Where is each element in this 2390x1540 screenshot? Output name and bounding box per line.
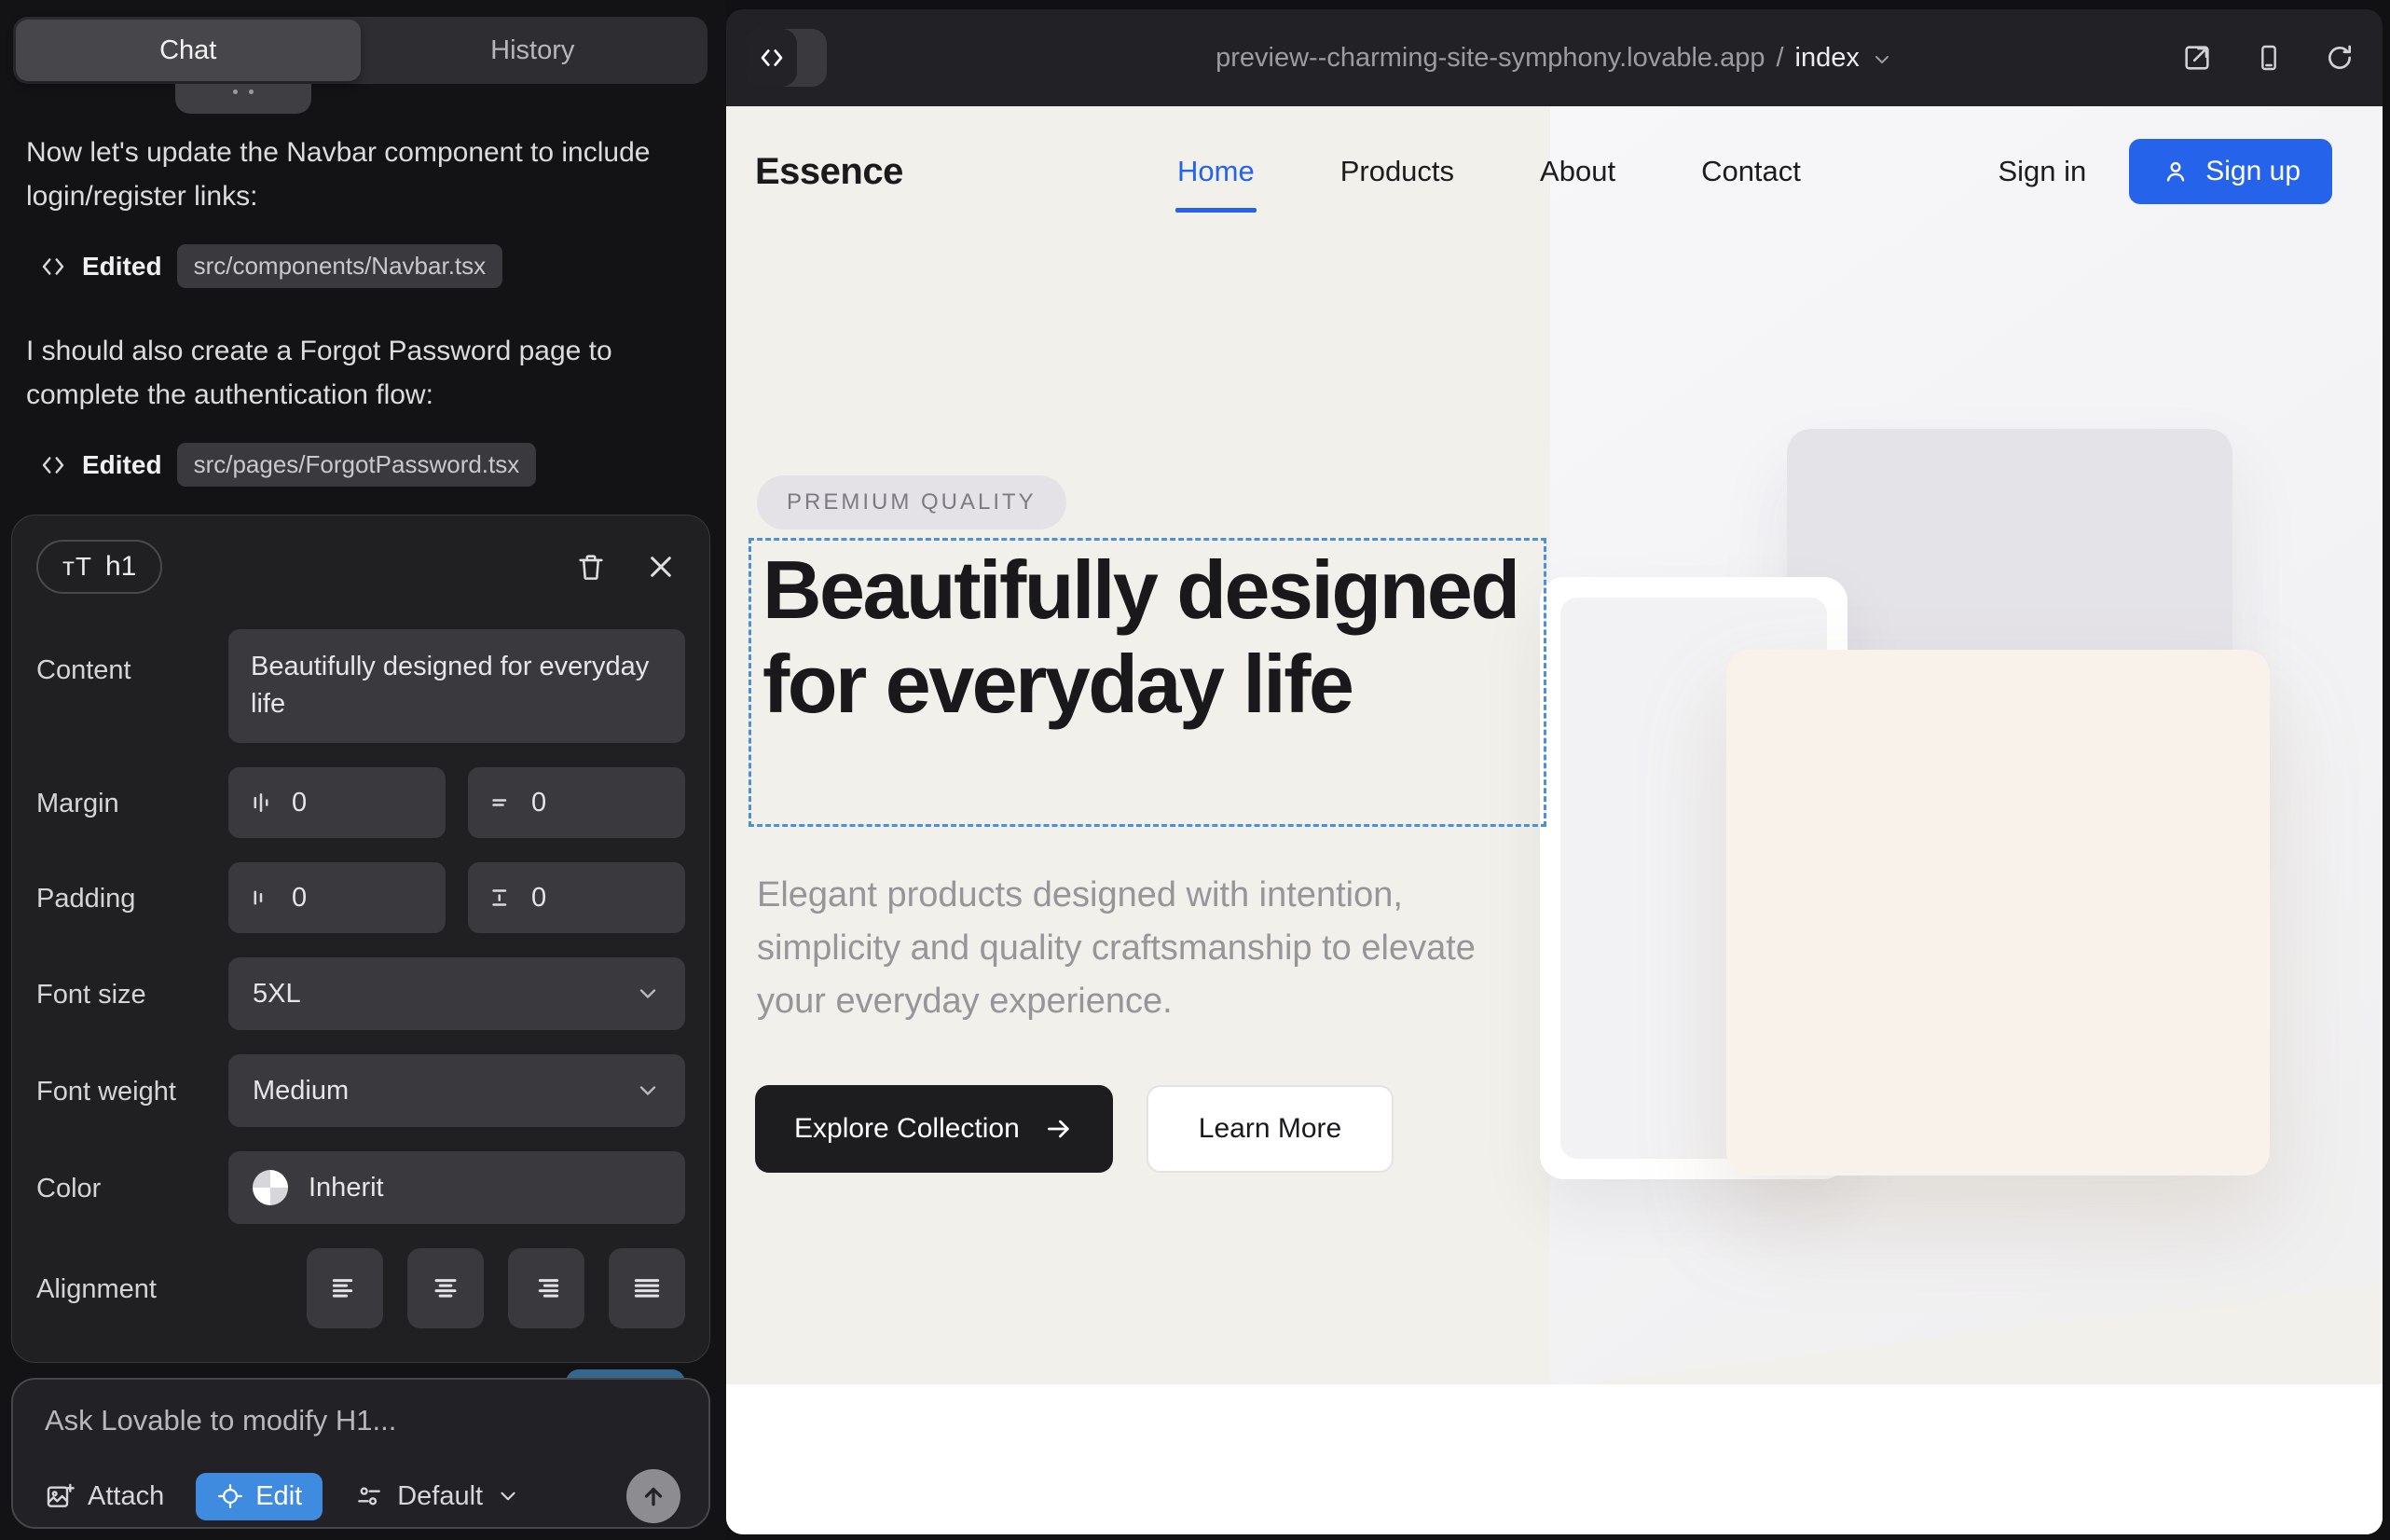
site-canvas: Essence Home Products About Contact Sign…	[726, 106, 2383, 1534]
nav-link-products[interactable]: Products	[1340, 155, 1454, 188]
color-swatch	[253, 1170, 288, 1205]
chevron-down-icon	[635, 981, 661, 1007]
site-logo[interactable]: Essence	[755, 151, 903, 193]
edit-mode-button[interactable]: Edit	[196, 1473, 323, 1520]
mode-selector[interactable]: Default	[354, 1481, 520, 1512]
edited-file-row: Edited src/pages/ForgotPassword.tsx	[39, 443, 701, 487]
sliders-icon	[354, 1481, 384, 1511]
selected-element-tag: h1	[105, 551, 136, 583]
font-size-label: Font size	[36, 978, 228, 1011]
padding-x-input[interactable]: 0	[228, 862, 446, 933]
refresh-button[interactable]	[2325, 43, 2355, 73]
composer-placeholder[interactable]: Ask Lovable to modify H1...	[45, 1404, 680, 1437]
text-type-icon: тT	[62, 552, 92, 582]
site-navbar: Essence Home Products About Contact Sign…	[726, 106, 2383, 237]
attach-image-icon	[45, 1481, 75, 1511]
edited-file-chip[interactable]: src/pages/ForgotPassword.tsx	[177, 443, 537, 487]
hero-paragraph: Elegant products designed with intention…	[757, 869, 1512, 1028]
chevron-down-icon	[1871, 48, 1893, 71]
signin-link[interactable]: Sign in	[1998, 155, 2086, 188]
content-label: Content	[36, 629, 228, 686]
assistant-message: Now let's update the Navbar component to…	[26, 131, 701, 218]
nav-link-about[interactable]: About	[1540, 155, 1615, 188]
lovable-sidebar: Chat History Now let's update the Navbar…	[0, 0, 726, 1540]
align-right-button[interactable]	[508, 1248, 584, 1328]
font-size-select[interactable]: 5XL	[228, 957, 685, 1030]
margin-vertical-icon	[487, 789, 515, 817]
signup-button[interactable]: Sign up	[2129, 139, 2332, 204]
chevron-down-icon	[635, 1078, 661, 1104]
preview-frame: preview--charming-site-symphony.lovable.…	[726, 9, 2383, 1534]
margin-label: Margin	[36, 787, 228, 819]
open-external-button[interactable]	[2181, 42, 2213, 74]
chevron-down-icon	[496, 1484, 520, 1508]
code-icon	[39, 451, 67, 479]
padding-horizontal-icon	[247, 884, 275, 912]
edited-label: Edited	[82, 450, 162, 480]
target-icon	[216, 1482, 244, 1510]
close-editor-button[interactable]	[646, 552, 676, 582]
collapsed-message-chip[interactable]	[175, 84, 311, 114]
edited-file-row: Edited src/components/Navbar.tsx	[39, 244, 701, 288]
premium-quality-badge: PREMIUM QUALITY	[757, 475, 1066, 529]
selected-element-outline[interactable]: Beautifully designed for everyday life	[749, 538, 1546, 827]
preview-url[interactable]: preview--charming-site-symphony.lovable.…	[726, 9, 2383, 106]
chat-messages: Now let's update the Navbar component to…	[26, 131, 701, 528]
element-editor-panel: тT h1 Content Beautifully designed for e…	[11, 515, 710, 1363]
edited-label: Edited	[82, 252, 162, 282]
nav-link-contact[interactable]: Contact	[1701, 155, 1801, 188]
delete-element-button[interactable]	[575, 551, 607, 583]
chat-history-tabs: Chat History	[13, 17, 707, 84]
assistant-message: I should also create a Forgot Password p…	[26, 329, 701, 417]
tab-chat[interactable]: Chat	[16, 20, 361, 81]
hero-decor-cream-card	[1726, 650, 2270, 1176]
arrow-up-icon	[639, 1482, 667, 1510]
color-select[interactable]: Inherit	[228, 1151, 685, 1224]
explore-collection-button[interactable]: Explore Collection	[755, 1085, 1113, 1173]
margin-horizontal-icon	[247, 789, 275, 817]
align-center-button[interactable]	[407, 1248, 484, 1328]
margin-y-input[interactable]: 0	[468, 767, 685, 838]
learn-more-button[interactable]: Learn More	[1147, 1085, 1394, 1173]
mobile-view-button[interactable]	[2254, 43, 2284, 73]
user-icon	[2161, 157, 2191, 186]
color-label: Color	[36, 1172, 228, 1204]
margin-x-input[interactable]: 0	[228, 767, 446, 838]
tab-history[interactable]: History	[361, 20, 706, 81]
font-weight-select[interactable]: Medium	[228, 1054, 685, 1127]
selected-element-pill[interactable]: тT h1	[36, 540, 162, 594]
send-button[interactable]	[626, 1469, 680, 1523]
content-textarea[interactable]: Beautifully designed for everyday life	[228, 629, 685, 743]
site-lower-section	[726, 1384, 2383, 1534]
nav-link-home[interactable]: Home	[1177, 155, 1255, 188]
padding-label: Padding	[36, 882, 228, 914]
arrow-right-icon	[1044, 1114, 1074, 1144]
hero-heading[interactable]: Beautifully designed for everyday life	[762, 543, 1536, 731]
font-weight-label: Font weight	[36, 1075, 228, 1107]
padding-y-input[interactable]: 0	[468, 862, 685, 933]
edited-file-chip[interactable]: src/components/Navbar.tsx	[177, 244, 503, 288]
preview-topbar: preview--charming-site-symphony.lovable.…	[726, 9, 2383, 106]
alignment-label: Alignment	[36, 1272, 228, 1305]
padding-vertical-icon	[487, 884, 515, 912]
align-justify-button[interactable]	[609, 1248, 685, 1328]
code-icon	[39, 253, 67, 281]
chat-composer[interactable]: Ask Lovable to modify H1... Attach Edit …	[11, 1378, 710, 1529]
align-left-button[interactable]	[307, 1248, 383, 1328]
attach-button[interactable]: Attach	[45, 1481, 164, 1512]
